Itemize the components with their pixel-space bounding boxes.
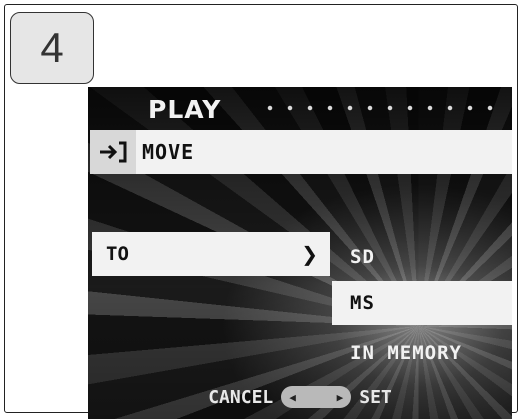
- left-right-dpad-icon: ◀ ▶: [281, 386, 352, 408]
- play-mode-title: PLAY: [148, 95, 222, 124]
- camera-lcd-screen: PLAY MOVE TO ❯ SD MS IN MEMORY CANCEL ◀ …: [88, 87, 512, 419]
- right-arrow-icon: ▶: [336, 390, 344, 404]
- footer-hints: CANCEL ◀ ▶ SET: [88, 379, 512, 415]
- left-arrow-icon: ◀: [289, 390, 296, 404]
- option-ms[interactable]: MS: [332, 281, 512, 325]
- target-destination-row[interactable]: TO ❯: [92, 232, 330, 276]
- menu-item-label: MOVE: [142, 140, 195, 164]
- option-in-memory[interactable]: IN MEMORY: [332, 331, 512, 375]
- cancel-hint-label: CANCEL: [208, 386, 274, 408]
- target-label: TO: [106, 243, 129, 265]
- step-number-badge: 4: [10, 12, 94, 84]
- set-hint-label: SET: [359, 386, 392, 408]
- chevron-right-icon: ❯: [301, 242, 318, 266]
- menu-item-move[interactable]: MOVE: [90, 130, 512, 174]
- option-sd[interactable]: SD: [332, 235, 512, 279]
- header-dot-leader: [260, 105, 500, 111]
- move-icon: [90, 130, 136, 174]
